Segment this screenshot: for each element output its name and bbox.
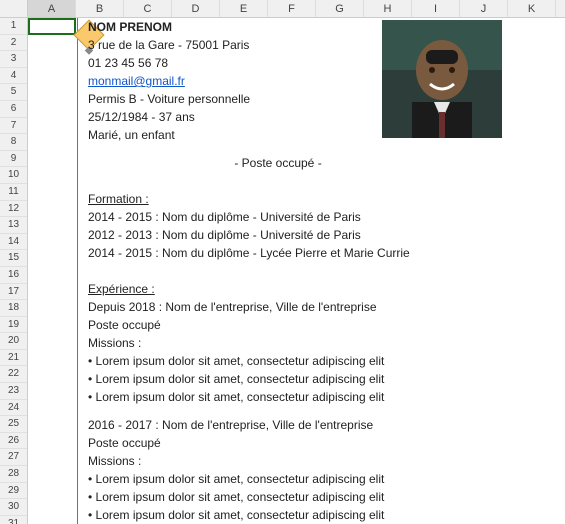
cv-address: 3 rue de la Gare - 75001 Paris: [88, 38, 565, 52]
row-header[interactable]: 26: [0, 433, 27, 450]
col-header-K[interactable]: K: [508, 0, 556, 17]
cv-content: NOM PRENOM 3 rue de la Gare - 75001 Pari…: [88, 18, 565, 524]
row-header[interactable]: 2: [0, 35, 27, 52]
column-headers: A B C D E F G H I J K: [0, 0, 565, 18]
row-header[interactable]: 16: [0, 267, 27, 284]
row-header[interactable]: 21: [0, 350, 27, 367]
cv-email-link[interactable]: monmail@gmail.fr: [88, 74, 185, 88]
col-header-D[interactable]: D: [172, 0, 220, 17]
cv-poste-title: - Poste occupé -: [88, 156, 468, 170]
col-header-C[interactable]: C: [124, 0, 172, 17]
row-header[interactable]: 4: [0, 68, 27, 85]
exp2-missions-h: Missions :: [88, 454, 565, 468]
row-header[interactable]: 23: [0, 383, 27, 400]
row-header[interactable]: 8: [0, 134, 27, 151]
select-all-corner[interactable]: [0, 0, 28, 17]
row-header[interactable]: 20: [0, 333, 27, 350]
row-header[interactable]: 5: [0, 84, 27, 101]
row-header[interactable]: 1: [0, 18, 27, 35]
active-cell-A1[interactable]: [28, 18, 76, 35]
row-header[interactable]: 30: [0, 499, 27, 516]
row-header[interactable]: 31: [0, 516, 27, 524]
row-header[interactable]: 10: [0, 167, 27, 184]
exp2-role: Poste occupé: [88, 436, 565, 450]
row-header[interactable]: 7: [0, 118, 27, 135]
exp2-bullet: • Lorem ipsum dolor sit amet, consectetu…: [88, 508, 565, 522]
exp2-bullet: • Lorem ipsum dolor sit amet, consectetu…: [88, 472, 565, 486]
row-header[interactable]: 22: [0, 366, 27, 383]
col-header-E[interactable]: E: [220, 0, 268, 17]
col-header-I[interactable]: I: [412, 0, 460, 17]
row-header[interactable]: 28: [0, 466, 27, 483]
cv-license: Permis B - Voiture personnelle: [88, 92, 565, 106]
formation-heading: Formation :: [88, 192, 565, 206]
cv-name: NOM PRENOM: [88, 20, 565, 34]
row-header[interactable]: 14: [0, 234, 27, 251]
row-header[interactable]: 11: [0, 184, 27, 201]
exp1-missions-h: Missions :: [88, 336, 565, 350]
col-header-B[interactable]: B: [76, 0, 124, 17]
exp1-bullet: • Lorem ipsum dolor sit amet, consectetu…: [88, 354, 565, 368]
row-header[interactable]: 17: [0, 284, 27, 301]
formation-item: 2014 - 2015 : Nom du diplôme - Lycée Pie…: [88, 246, 565, 260]
row-header[interactable]: 15: [0, 250, 27, 267]
row-header[interactable]: 25: [0, 416, 27, 433]
row-header[interactable]: 9: [0, 151, 27, 168]
row-header[interactable]: 12: [0, 201, 27, 218]
cv-family: Marié, un enfant: [88, 128, 565, 142]
col-header-H[interactable]: H: [364, 0, 412, 17]
experience-heading: Expérience :: [88, 282, 565, 296]
exp1-bullet: • Lorem ipsum dolor sit amet, consectetu…: [88, 390, 565, 404]
grid-area[interactable]: NOM PRENOM 3 rue de la Gare - 75001 Pari…: [28, 18, 565, 524]
row-header[interactable]: 13: [0, 217, 27, 234]
row-header[interactable]: 3: [0, 51, 27, 68]
exp1-period: Depuis 2018 : Nom de l'entreprise, Ville…: [88, 300, 565, 314]
print-margin-line: [77, 18, 78, 524]
exp2-bullet: • Lorem ipsum dolor sit amet, consectetu…: [88, 490, 565, 504]
exp1-bullet: • Lorem ipsum dolor sit amet, consectetu…: [88, 372, 565, 386]
col-header-G[interactable]: G: [316, 0, 364, 17]
col-header-F[interactable]: F: [268, 0, 316, 17]
col-header-A[interactable]: A: [28, 0, 76, 17]
formation-item: 2014 - 2015 : Nom du diplôme - Universit…: [88, 210, 565, 224]
col-header-J[interactable]: J: [460, 0, 508, 17]
cv-birth: 25/12/1984 - 37 ans: [88, 110, 565, 124]
exp1-role: Poste occupé: [88, 318, 565, 332]
row-header[interactable]: 24: [0, 400, 27, 417]
row-header[interactable]: 6: [0, 101, 27, 118]
row-header[interactable]: 19: [0, 317, 27, 334]
cv-phone: 01 23 45 56 78: [88, 56, 565, 70]
formation-item: 2012 - 2013 : Nom du diplôme - Universit…: [88, 228, 565, 242]
row-header[interactable]: 29: [0, 483, 27, 500]
row-header[interactable]: 27: [0, 449, 27, 466]
exp2-period: 2016 - 2017 : Nom de l'entreprise, Ville…: [88, 418, 565, 432]
row-headers: 1 2 3 4 5 6 7 8 9 10 11 12 13 14 15 16 1…: [0, 18, 28, 524]
row-header[interactable]: 18: [0, 300, 27, 317]
spreadsheet: A B C D E F G H I J K 1 2 3 4 5 6 7 8 9 …: [0, 0, 565, 524]
